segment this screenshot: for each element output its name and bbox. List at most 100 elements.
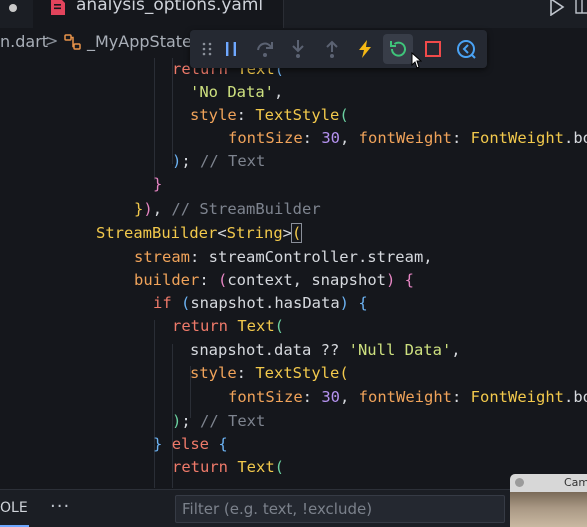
code-token: stream — [134, 248, 190, 266]
code-line[interactable]: style: TextStyle( — [190, 362, 349, 385]
bottom-panel: OLE ··· — [0, 489, 587, 527]
open-devtools-icon[interactable] — [455, 38, 477, 60]
code-line[interactable]: fontSize: 30, fontWeight: FontWeight.bo — [228, 127, 587, 150]
code-token: String — [226, 224, 283, 242]
code-token: ( — [218, 271, 228, 289]
code-line[interactable]: fontSize: 30, fontWeight: FontWeight.bo — [228, 386, 587, 409]
code-line[interactable]: style: TextStyle( — [190, 104, 349, 127]
hot-reload-icon[interactable] — [354, 38, 376, 60]
camera-overlay[interactable]: Cam — [510, 474, 587, 527]
code-token: else — [171, 435, 219, 453]
code-token: snapshot.data ?? — [190, 341, 349, 359]
code-line[interactable]: snapshot.data ?? 'Null Data', — [190, 339, 461, 362]
code-token: { — [358, 294, 368, 312]
code-line[interactable]: } else { — [153, 433, 228, 456]
code-token: fontSize — [228, 388, 303, 406]
code-token: fontWeight — [358, 129, 452, 147]
debug-toolbar — [190, 30, 487, 68]
code-token: builder — [134, 271, 200, 289]
run-icon[interactable] — [549, 0, 565, 16]
step-over-icon[interactable] — [254, 38, 276, 60]
indent-guide — [154, 58, 155, 180]
code-token: Text — [237, 458, 275, 476]
code-token: ) — [339, 294, 349, 312]
code-line[interactable]: ); // Text — [172, 150, 265, 173]
code-line[interactable]: }), // StreamBuilder — [134, 198, 321, 221]
code-line[interactable]: return Text( — [172, 315, 284, 338]
code-line[interactable]: 'No Data', — [190, 81, 283, 104]
code-token: { — [404, 271, 415, 289]
code-token: fontWeight — [358, 388, 452, 406]
code-token: FontWeight — [470, 388, 564, 406]
code-token: , — [274, 83, 284, 101]
code-token: 30 — [321, 388, 340, 406]
code-token: snapshot.hasData — [190, 294, 340, 312]
class-symbol-icon — [64, 34, 81, 50]
code-line[interactable]: } — [153, 173, 162, 196]
code-token: ) — [172, 152, 182, 170]
code-token: : — [452, 129, 471, 147]
code-token: ) — [143, 200, 153, 218]
code-token: ( — [339, 106, 349, 124]
code-token: : — [236, 106, 256, 124]
code-token: if — [153, 294, 181, 312]
drag-handle-icon[interactable] — [196, 38, 218, 60]
indent-guide — [154, 320, 155, 488]
more-actions-icon[interactable]: ··· — [50, 496, 70, 517]
stop-icon[interactable] — [422, 38, 444, 60]
code-token: , — [340, 388, 359, 406]
code-token: : — [452, 388, 471, 406]
code-token: < — [217, 224, 227, 242]
code-token: ) — [172, 412, 182, 430]
code-token: // Text — [200, 412, 266, 430]
code-token: : — [302, 388, 322, 406]
code-token: : streamController.stream, — [190, 248, 433, 266]
code-editor[interactable]: return Text('No Data', style: TextStyle(f… — [0, 58, 587, 488]
code-token: { — [218, 435, 228, 453]
code-token: .bo — [564, 388, 587, 406]
code-token: .bo — [564, 129, 587, 147]
code-token: TextStyle — [255, 364, 340, 382]
code-token: : — [236, 364, 256, 382]
code-token: , — [152, 200, 172, 218]
close-icon[interactable] — [515, 478, 524, 487]
code-token: // StreamBuilder — [171, 200, 321, 218]
code-token: ) — [385, 271, 396, 289]
code-token: FontWeight — [470, 129, 564, 147]
code-token: return — [172, 317, 238, 335]
code-token: return — [172, 458, 238, 476]
tab-debug-console[interactable]: OLE — [0, 500, 28, 516]
breadcrumb-file[interactable]: n.dart — [0, 32, 48, 51]
code-token: style — [190, 364, 237, 382]
code-token: context, snapshot — [227, 271, 386, 289]
code-line[interactable]: builder: (context, snapshot) { — [134, 269, 414, 292]
tab-label: analysis_options.yaml — [76, 0, 264, 15]
code-token: ( — [274, 458, 284, 476]
code-token: style — [190, 106, 237, 124]
step-into-icon[interactable] — [287, 38, 309, 60]
split-editor-icon[interactable] — [575, 0, 587, 14]
code-line[interactable]: stream: streamController.stream, — [134, 246, 433, 269]
pause-icon[interactable] — [220, 38, 242, 60]
code-token: Text — [237, 317, 275, 335]
tab-bar: analysis_options.yaml — [0, 0, 587, 28]
editor-window: analysis_options.yaml n.dart > _MyAppSta… — [0, 0, 587, 527]
code-line[interactable]: StreamBuilder<String>( — [96, 222, 303, 245]
filter-input[interactable] — [175, 495, 505, 523]
code-line[interactable]: return Text( — [172, 456, 284, 479]
code-line[interactable]: if (snapshot.hasData) { — [153, 292, 368, 315]
unsaved-dot-icon[interactable] — [9, 4, 17, 12]
code-token: TextStyle — [255, 106, 340, 124]
code-token: , — [451, 341, 461, 359]
code-line[interactable]: ); // Text — [172, 410, 265, 433]
code-token: ( — [290, 223, 303, 243]
hot-restart-icon[interactable] — [387, 38, 409, 60]
code-token: fontSize — [228, 129, 303, 147]
breadcrumb-class[interactable]: _MyAppState — [87, 32, 192, 51]
tab-analysis-options[interactable]: analysis_options.yaml — [33, 0, 284, 28]
step-out-icon[interactable] — [321, 38, 343, 60]
code-token: > — [282, 224, 293, 242]
